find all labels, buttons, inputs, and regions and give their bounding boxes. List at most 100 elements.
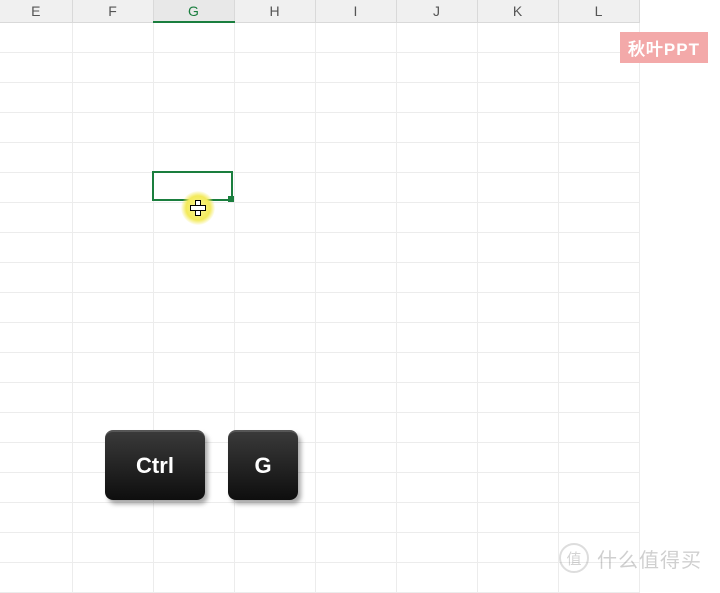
- cell[interactable]: [153, 502, 234, 532]
- cell[interactable]: [396, 532, 477, 562]
- cell[interactable]: [396, 412, 477, 442]
- cell[interactable]: [558, 172, 639, 202]
- cell[interactable]: [396, 352, 477, 382]
- cell[interactable]: [0, 142, 72, 172]
- cell[interactable]: [558, 142, 639, 172]
- cell[interactable]: [477, 532, 558, 562]
- cell[interactable]: [234, 292, 315, 322]
- cell[interactable]: [558, 352, 639, 382]
- cell[interactable]: [315, 232, 396, 262]
- cell[interactable]: [72, 292, 153, 322]
- column-header[interactable]: H: [234, 0, 315, 22]
- cell[interactable]: [234, 52, 315, 82]
- cell[interactable]: [153, 52, 234, 82]
- cell[interactable]: [0, 412, 72, 442]
- cell[interactable]: [477, 382, 558, 412]
- cell[interactable]: [315, 532, 396, 562]
- table-row[interactable]: [0, 382, 639, 412]
- table-row[interactable]: [0, 442, 639, 472]
- cell[interactable]: [153, 82, 234, 112]
- table-row[interactable]: [0, 412, 639, 442]
- cell[interactable]: [72, 352, 153, 382]
- table-row[interactable]: [0, 112, 639, 142]
- cell[interactable]: [396, 562, 477, 592]
- cell[interactable]: [558, 502, 639, 532]
- cell[interactable]: [315, 502, 396, 532]
- cell[interactable]: [234, 352, 315, 382]
- cell[interactable]: [477, 442, 558, 472]
- cell[interactable]: [234, 22, 315, 52]
- cell[interactable]: [315, 112, 396, 142]
- cell[interactable]: [0, 202, 72, 232]
- cell[interactable]: [0, 562, 72, 592]
- cell[interactable]: [153, 352, 234, 382]
- cell[interactable]: [0, 22, 72, 52]
- cell[interactable]: [72, 52, 153, 82]
- cell[interactable]: [396, 52, 477, 82]
- cell[interactable]: [396, 142, 477, 172]
- cell[interactable]: [72, 562, 153, 592]
- cell[interactable]: [396, 82, 477, 112]
- cell[interactable]: [396, 292, 477, 322]
- cell[interactable]: [0, 262, 72, 292]
- cell[interactable]: [72, 22, 153, 52]
- cell[interactable]: [477, 202, 558, 232]
- cell[interactable]: [396, 442, 477, 472]
- table-row[interactable]: [0, 52, 639, 82]
- cell[interactable]: [315, 142, 396, 172]
- spreadsheet-grid[interactable]: EFGHIJKL: [0, 0, 640, 593]
- column-header[interactable]: J: [396, 0, 477, 22]
- cell[interactable]: [72, 382, 153, 412]
- cell[interactable]: [0, 82, 72, 112]
- column-header[interactable]: K: [477, 0, 558, 22]
- cell[interactable]: [477, 82, 558, 112]
- cell[interactable]: [477, 112, 558, 142]
- cell[interactable]: [558, 412, 639, 442]
- cell[interactable]: [0, 112, 72, 142]
- cell[interactable]: [0, 322, 72, 352]
- cell[interactable]: [72, 502, 153, 532]
- cell[interactable]: [0, 442, 72, 472]
- cell[interactable]: [72, 82, 153, 112]
- cell[interactable]: [153, 202, 234, 232]
- cell[interactable]: [477, 22, 558, 52]
- cell[interactable]: [315, 172, 396, 202]
- cell[interactable]: [396, 172, 477, 202]
- cell[interactable]: [234, 202, 315, 232]
- table-row[interactable]: [0, 262, 639, 292]
- cell[interactable]: [315, 262, 396, 292]
- cell[interactable]: [396, 112, 477, 142]
- cell[interactable]: [234, 502, 315, 532]
- table-row[interactable]: [0, 82, 639, 112]
- cell[interactable]: [477, 412, 558, 442]
- cell[interactable]: [153, 322, 234, 352]
- cell[interactable]: [153, 532, 234, 562]
- cell[interactable]: [477, 232, 558, 262]
- cell[interactable]: [0, 472, 72, 502]
- table-row[interactable]: [0, 502, 639, 532]
- cell[interactable]: [72, 112, 153, 142]
- cell[interactable]: [396, 202, 477, 232]
- cell[interactable]: [477, 292, 558, 322]
- cell[interactable]: [153, 112, 234, 142]
- cell[interactable]: [234, 262, 315, 292]
- table-row[interactable]: [0, 532, 639, 562]
- cell[interactable]: [0, 172, 72, 202]
- cell[interactable]: [315, 382, 396, 412]
- cell[interactable]: [396, 22, 477, 52]
- cell[interactable]: [315, 322, 396, 352]
- cell[interactable]: [558, 202, 639, 232]
- cell[interactable]: [558, 82, 639, 112]
- cell[interactable]: [234, 562, 315, 592]
- cell[interactable]: [396, 262, 477, 292]
- column-header[interactable]: L: [558, 0, 639, 22]
- cell[interactable]: [477, 52, 558, 82]
- cell[interactable]: [315, 292, 396, 322]
- cell[interactable]: [558, 472, 639, 502]
- cell[interactable]: [315, 412, 396, 442]
- cell[interactable]: [477, 562, 558, 592]
- cell[interactable]: [396, 232, 477, 262]
- cell[interactable]: [153, 172, 234, 202]
- column-header[interactable]: F: [72, 0, 153, 22]
- cell[interactable]: [153, 382, 234, 412]
